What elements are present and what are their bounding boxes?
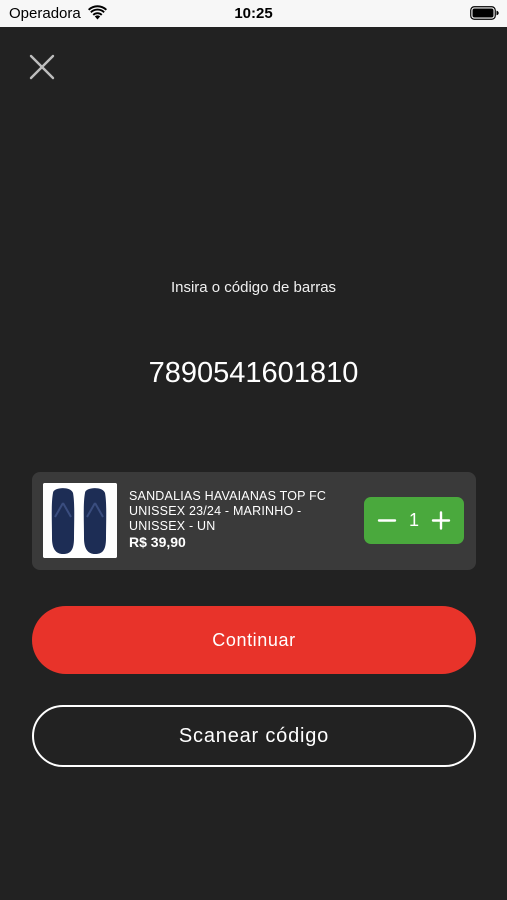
product-image (43, 483, 117, 558)
continue-button[interactable]: Continuar (32, 606, 476, 674)
product-name: SANDALIAS HAVAIANAS TOP FC UNISSEX 23/24… (129, 489, 327, 533)
plus-icon (431, 511, 451, 530)
increment-button[interactable] (424, 497, 458, 544)
product-price: R$ 39,90 (129, 534, 186, 550)
product-card: SANDALIAS HAVAIANAS TOP FC UNISSEX 23/24… (32, 472, 476, 570)
scan-barcode-button[interactable]: Scanear código (32, 705, 476, 767)
quantity-stepper: 1 (364, 497, 464, 544)
battery-icon (470, 6, 499, 20)
barcode-input[interactable] (0, 357, 507, 390)
close-button[interactable] (27, 52, 57, 82)
flip-flop-sandals-image (43, 483, 117, 558)
barcode-prompt: Insira o código de barras (170, 279, 337, 296)
status-bar: Operadora 10:25 (0, 0, 507, 27)
close-icon (29, 54, 55, 80)
clock: 10:25 (234, 5, 273, 22)
